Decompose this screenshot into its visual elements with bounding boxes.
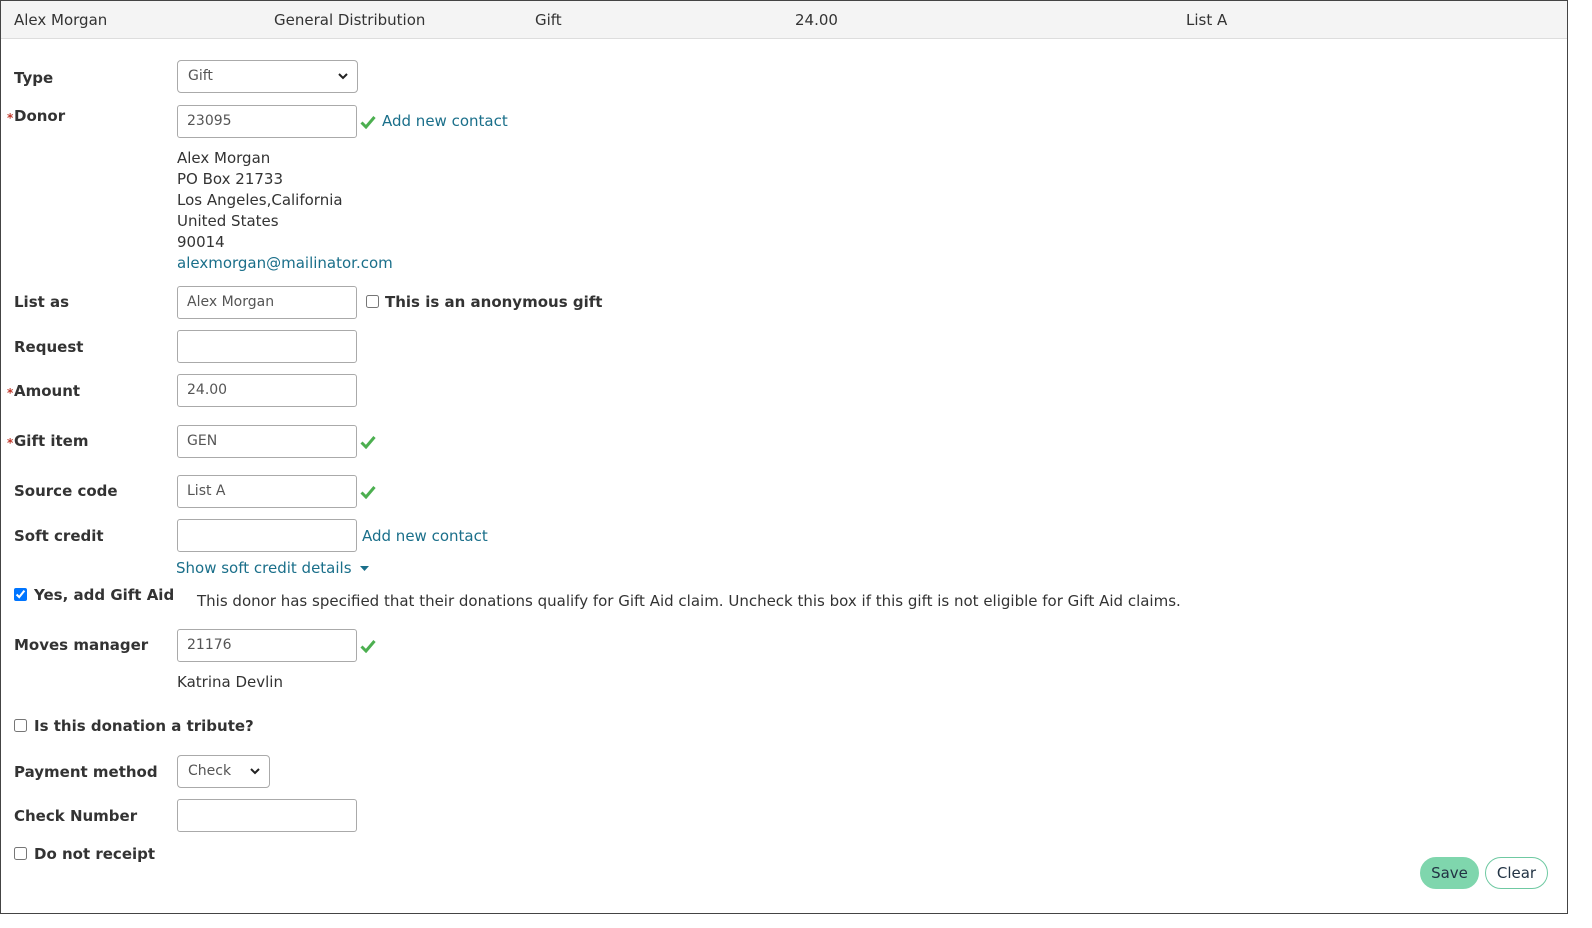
show-soft-credit-details-text: Show soft credit details xyxy=(176,559,352,577)
donor-address-country: United States xyxy=(177,212,279,230)
required-star: * xyxy=(7,386,14,400)
donor-address-line1: PO Box 21733 xyxy=(177,170,283,188)
summary-fund: General Distribution xyxy=(274,11,426,29)
request-label: Request xyxy=(14,338,84,356)
soft-credit-label: Soft credit xyxy=(14,527,104,545)
soft-credit-add-new-contact-link[interactable]: Add new contact xyxy=(362,527,488,545)
check-number-label: Check Number xyxy=(14,807,138,825)
checkmark-icon xyxy=(360,640,376,653)
caret-down-icon xyxy=(360,565,370,571)
do-not-receipt-checkbox[interactable] xyxy=(14,847,27,860)
chevron-down-icon xyxy=(338,73,348,80)
moves-manager-input[interactable]: 21176 xyxy=(177,629,357,662)
payment-method-select[interactable]: Check xyxy=(177,755,270,788)
gift-item-label: Gift item xyxy=(14,432,89,450)
payment-method-value: Check xyxy=(188,763,232,779)
donor-add-new-contact-link[interactable]: Add new contact xyxy=(382,112,508,130)
payment-method-label: Payment method xyxy=(14,763,158,781)
required-star: * xyxy=(7,436,14,450)
show-soft-credit-details-link[interactable]: Show soft credit details xyxy=(176,559,370,577)
tribute-label: Is this donation a tribute? xyxy=(34,717,254,735)
gift-item-input[interactable]: GEN xyxy=(177,425,357,458)
amount-input[interactable]: 24.00 xyxy=(177,374,357,407)
donor-email-link[interactable]: alexmorgan@mailinator.com xyxy=(177,254,393,272)
clear-button[interactable]: Clear xyxy=(1485,857,1548,889)
moves-manager-label: Moves manager xyxy=(14,636,149,654)
gift-aid-checkbox[interactable] xyxy=(14,588,27,601)
donor-input[interactable]: 23095 xyxy=(177,105,357,138)
donor-label: Donor xyxy=(14,107,66,125)
gift-summary-row[interactable]: Alex Morgan General Distribution Gift 24… xyxy=(1,1,1567,39)
gift-aid-note: This donor has specified that their dona… xyxy=(197,592,1181,610)
anonymous-gift-checkbox[interactable] xyxy=(366,295,379,308)
checkmark-icon xyxy=(360,436,376,449)
source-code-input[interactable]: List A xyxy=(177,475,357,508)
summary-list: List A xyxy=(1186,11,1228,29)
chevron-down-icon xyxy=(250,768,260,775)
donor-address-zip: 90014 xyxy=(177,233,225,251)
request-input[interactable] xyxy=(177,330,357,363)
type-select[interactable]: Gift xyxy=(177,60,358,93)
amount-label: Amount xyxy=(14,382,81,400)
list-as-label: List as xyxy=(14,293,70,311)
type-label: Type xyxy=(14,69,54,87)
list-as-input[interactable]: Alex Morgan xyxy=(177,286,357,319)
check-number-input[interactable] xyxy=(177,799,357,832)
donor-address-name: Alex Morgan xyxy=(177,149,271,167)
moves-manager-name: Katrina Devlin xyxy=(177,673,283,691)
do-not-receipt-label: Do not receipt xyxy=(34,845,156,863)
type-select-value: Gift xyxy=(188,68,213,84)
summary-amount: 24.00 xyxy=(795,11,838,29)
anonymous-gift-label: This is an anonymous gift xyxy=(385,293,603,311)
summary-type: Gift xyxy=(535,11,562,29)
gift-aid-label: Yes, add Gift Aid xyxy=(34,586,175,604)
soft-credit-input[interactable] xyxy=(177,519,357,552)
tribute-checkbox[interactable] xyxy=(14,719,27,732)
source-code-label: Source code xyxy=(14,482,118,500)
save-button[interactable]: Save xyxy=(1420,857,1479,889)
donor-address-city-state: Los Angeles,California xyxy=(177,191,343,209)
checkmark-icon xyxy=(360,486,376,499)
summary-name: Alex Morgan xyxy=(14,11,108,29)
required-star: * xyxy=(7,111,14,125)
gift-entry-panel: Alex Morgan General Distribution Gift 24… xyxy=(0,0,1568,914)
checkmark-icon xyxy=(360,116,376,129)
